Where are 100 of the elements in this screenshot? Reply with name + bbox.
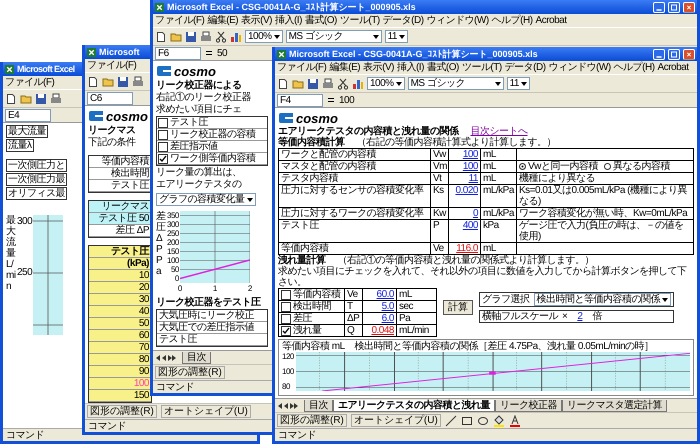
value-cell[interactable]: 100 [449, 149, 481, 161]
caret-icon[interactable] [274, 34, 280, 38]
checkbox[interactable] [281, 326, 291, 336]
checkbox[interactable] [158, 142, 168, 152]
checkbox[interactable] [158, 154, 168, 164]
radio-button[interactable] [519, 163, 526, 170]
font-dropdown[interactable]: MS ゴシック [286, 30, 382, 43]
document-icon[interactable] [155, 30, 167, 42]
toolbar-button[interactable]: オートシェイプ(U) [160, 405, 251, 418]
menu-item[interactable]: ツール(T) [462, 62, 502, 73]
menu-item[interactable]: ファイル(F) [5, 77, 54, 88]
menu-item[interactable]: 挿入(I) [274, 15, 302, 26]
caret-icon[interactable] [372, 34, 379, 38]
checkbox[interactable] [281, 302, 291, 312]
printer-icon[interactable] [322, 78, 334, 90]
menu-item[interactable]: ウィンドウ(W) [548, 62, 611, 73]
close-button[interactable] [683, 2, 695, 12]
value-cell[interactable]: 116.0 [449, 243, 481, 255]
value-cell[interactable]: 6.0 [363, 313, 397, 325]
value-cell[interactable]: 400 [449, 220, 481, 243]
value-cell[interactable]: 5.0 [363, 301, 397, 313]
checkbox[interactable] [281, 314, 291, 324]
menu-item[interactable]: データ(D) [382, 15, 424, 26]
menu-item[interactable]: 表示(V) [241, 15, 272, 26]
menu-item[interactable]: Acrobat [536, 15, 567, 26]
menu-item[interactable]: 挿入(I) [396, 62, 424, 73]
menu-item[interactable]: 書式(O) [304, 15, 337, 26]
menu-item[interactable]: ツール(T) [340, 15, 380, 26]
scissors-icon[interactable] [215, 30, 227, 42]
bar-chart-icon[interactable] [230, 30, 242, 42]
caret-icon[interactable] [396, 82, 402, 86]
sheet-tab[interactable]: 目次 [182, 352, 211, 364]
printer-icon[interactable] [132, 76, 144, 88]
caret-icon[interactable] [246, 198, 252, 202]
menu-item[interactable]: Acrobat [658, 62, 689, 73]
checkbox[interactable] [158, 118, 168, 128]
folder-icon[interactable] [20, 92, 32, 104]
calculate-button[interactable]: 計算 [443, 300, 473, 315]
value-cell[interactable]: 0 [449, 208, 481, 220]
rectangle-icon[interactable] [460, 414, 473, 426]
menu-item[interactable]: 編集(E) [329, 62, 360, 73]
value-cell[interactable]: 11 [449, 173, 481, 185]
menu-item[interactable]: 編集(E) [207, 15, 238, 26]
sheet-tab[interactable]: リーク校正器 [495, 400, 562, 412]
checkbox[interactable] [158, 130, 168, 140]
toolbar-button[interactable]: 図形の調整(R) [87, 405, 157, 418]
name-box[interactable]: C6 [87, 92, 133, 104]
menu-item[interactable]: ヘルプ(H) [492, 15, 533, 26]
radio-button[interactable] [604, 163, 611, 170]
name-box[interactable]: F4 [277, 94, 323, 106]
scale-dropdown[interactable]: グラフの容積変化量 [156, 193, 256, 206]
value-cell[interactable]: 0.020 [449, 185, 481, 208]
menu-item[interactable]: ファイル(F) [87, 60, 136, 71]
close-icon[interactable] [686, 50, 692, 58]
bar-chart-icon[interactable] [352, 78, 364, 90]
sheet-tab[interactable]: 目次 [304, 400, 333, 412]
caret-icon[interactable] [520, 82, 527, 86]
caret-icon[interactable] [494, 82, 501, 86]
font-size-dropdown[interactable]: 11 [384, 30, 408, 43]
paint-bucket-icon[interactable] [492, 414, 505, 426]
name-box[interactable]: F6 [155, 46, 201, 60]
menu-item[interactable]: ヘルプ(H) [614, 62, 655, 73]
menu-item[interactable]: 表示(V) [363, 62, 394, 73]
formula-value[interactable]: 50 [217, 48, 228, 58]
sheet-tab[interactable]: エアリークテスタの内容積と洩れ量 [333, 400, 495, 412]
graph-dropdown[interactable]: 検出時間と等価内容積の関係 [534, 293, 671, 306]
menu-item[interactable]: 書式(O) [426, 62, 459, 73]
zoom-dropdown[interactable]: 100% [367, 77, 405, 90]
sheet-tab[interactable]: リークマスタ選定計算 [562, 400, 667, 412]
ellipse-icon[interactable] [476, 414, 489, 426]
toolbar-button[interactable]: オートシェイプ(U) [350, 414, 441, 427]
line-icon[interactable] [444, 414, 457, 426]
name-box[interactable]: E4 [5, 108, 51, 122]
checkbox[interactable] [281, 290, 291, 300]
menu-item[interactable]: ファイル(F) [277, 62, 326, 73]
printer-icon[interactable] [50, 92, 62, 104]
close-button[interactable] [683, 48, 695, 60]
caret-icon[interactable] [398, 34, 405, 38]
equals-icon[interactable] [205, 50, 213, 56]
toolbar-button[interactable]: 図形の調整(R) [155, 366, 225, 379]
close-icon[interactable] [686, 2, 692, 12]
menu-item[interactable]: データ(D) [504, 62, 546, 73]
document-icon[interactable] [5, 92, 17, 104]
menu-item[interactable]: ウィンドウ(W) [426, 15, 489, 26]
zoom-dropdown[interactable]: 100% [245, 30, 283, 43]
formula-value[interactable]: 100 [339, 94, 354, 106]
value-cell[interactable]: 60.0 [363, 289, 397, 301]
value-cell[interactable]: 0.048 [363, 325, 397, 337]
printer-icon[interactable] [200, 30, 212, 42]
scale-value[interactable]: 2 [571, 311, 588, 322]
folder-icon[interactable] [170, 30, 182, 42]
caret-icon[interactable] [662, 298, 668, 302]
menu-item[interactable]: ファイル(F) [155, 15, 204, 26]
value-cell[interactable]: 100 [449, 161, 481, 173]
equals-icon[interactable] [327, 97, 335, 103]
contents-link[interactable]: 目次シートへ [470, 126, 528, 137]
font-color-icon[interactable] [508, 414, 521, 426]
font-size-dropdown[interactable]: 11 [506, 77, 530, 90]
scissors-icon[interactable] [337, 78, 349, 90]
toolbar-button[interactable]: 図形の調整(R) [277, 414, 347, 427]
